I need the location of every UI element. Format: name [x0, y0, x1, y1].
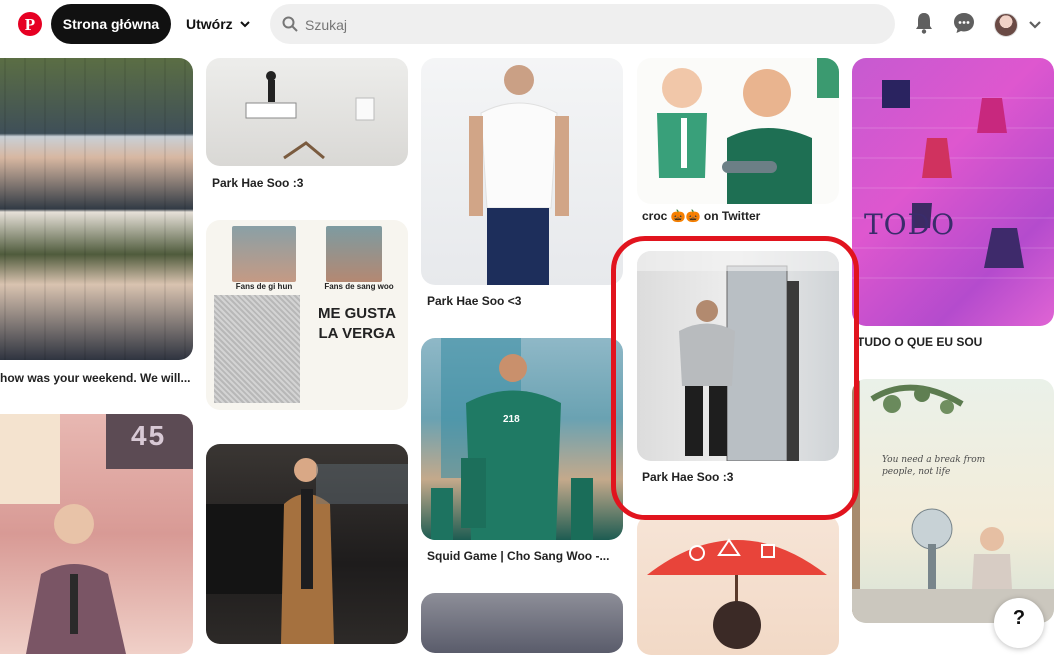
- help-button[interactable]: ?: [994, 598, 1044, 648]
- pin-image[interactable]: 218: [421, 338, 623, 540]
- avatar[interactable]: [994, 13, 1018, 37]
- red-highlight-annotation: [611, 236, 859, 520]
- pin-image[interactable]: You need a break from people, not life: [852, 379, 1054, 623]
- meme-left-image: [232, 226, 296, 282]
- pin-caption[interactable]: TUDO O QUE EU SOU: [857, 335, 1047, 349]
- pin-image[interactable]: [421, 593, 623, 653]
- pin-image[interactable]: TODO: [852, 58, 1054, 326]
- search-input[interactable]: [303, 12, 867, 38]
- pin-caption[interactable]: Squid Game | Cho Sang Woo -...: [427, 549, 617, 563]
- pin-caption[interactable]: Park Hae Soo <3: [427, 294, 617, 308]
- pink-drawing-text: TODO: [864, 208, 956, 241]
- pin-image[interactable]: [0, 58, 193, 360]
- meme-noise-image: [214, 295, 300, 403]
- create-menu-button[interactable]: Utwórz: [180, 4, 257, 44]
- search-icon: [282, 16, 298, 37]
- pin-image[interactable]: 45: [0, 414, 193, 654]
- account-chevron-down-icon[interactable]: [1028, 17, 1042, 35]
- meme-text: ME GUSTA LA VERGA: [317, 305, 397, 342]
- bell-icon[interactable]: [914, 12, 934, 39]
- pin-image[interactable]: [421, 58, 623, 285]
- pin-image[interactable]: [637, 58, 839, 204]
- meme-right-image: [326, 226, 382, 282]
- pinterest-logo-icon[interactable]: P: [18, 12, 42, 36]
- top-nav: P Strona główna Utwórz: [0, 0, 1060, 50]
- search-bar[interactable]: [270, 4, 895, 44]
- pin-caption[interactable]: Park Hae Soo :3: [212, 176, 402, 190]
- card-number: 45: [131, 420, 167, 451]
- watercolor-quote: You need a break from people, not life: [882, 455, 986, 477]
- create-label: Utwórz: [186, 16, 233, 32]
- meme-right-label: Fans de sang woo: [324, 282, 394, 291]
- player-number: 218: [503, 414, 520, 425]
- pin-image[interactable]: [206, 444, 408, 644]
- svg-text:P: P: [25, 15, 35, 34]
- pin-image[interactable]: [637, 515, 839, 655]
- pin-caption[interactable]: how was your weekend. We will...: [0, 371, 195, 385]
- meme-pin[interactable]: Fans de gi hun Fans de sang woo ME GUSTA…: [206, 220, 408, 410]
- chevron-down-icon: [239, 5, 251, 45]
- pin-image[interactable]: [206, 58, 408, 166]
- pin-caption[interactable]: croc 🎃🎃 on Twitter: [642, 209, 832, 223]
- chat-icon[interactable]: [953, 12, 975, 39]
- home-tab-button[interactable]: Strona główna: [51, 4, 171, 44]
- meme-left-label: Fans de gi hun: [235, 282, 293, 291]
